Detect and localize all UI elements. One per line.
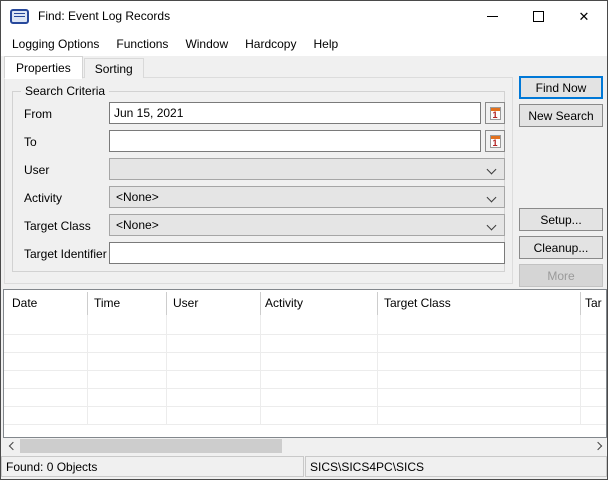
from-calendar-button[interactable] <box>485 102 505 124</box>
maximize-icon <box>532 10 544 22</box>
activity-combobox[interactable]: <None> <box>109 186 505 208</box>
scroll-right-button[interactable] <box>590 438 607 454</box>
calendar-icon <box>489 134 501 148</box>
target-class-combobox-value: <None> <box>116 218 159 232</box>
tab-properties[interactable]: Properties <box>4 56 83 79</box>
target-identifier-input[interactable] <box>109 242 505 264</box>
chevron-left-icon <box>8 441 17 451</box>
new-search-button[interactable]: New Search <box>519 104 603 127</box>
to-input[interactable] <box>109 130 481 152</box>
column-header-target-class[interactable]: Target Class <box>384 296 451 310</box>
menu-hardcopy[interactable]: Hardcopy <box>238 34 303 54</box>
to-label: To <box>24 135 37 149</box>
column-divider[interactable] <box>377 292 378 315</box>
properties-tab-page: Search Criteria From To User Activity <N… <box>4 77 513 284</box>
column-header-target-identifier[interactable]: Tar <box>585 296 602 310</box>
find-now-button[interactable]: Find Now <box>519 76 603 99</box>
close-icon: ✕ <box>578 8 590 24</box>
minimize-button[interactable] <box>469 1 515 31</box>
column-divider[interactable] <box>87 292 88 315</box>
target-class-label: Target Class <box>24 219 91 233</box>
calendar-icon <box>489 106 501 120</box>
row-line <box>4 334 606 335</box>
row-line <box>4 370 606 371</box>
user-combobox[interactable] <box>109 158 505 180</box>
activity-combobox-value: <None> <box>116 190 159 204</box>
close-button[interactable]: ✕ <box>561 1 607 31</box>
column-divider[interactable] <box>166 292 167 315</box>
menu-logging-options[interactable]: Logging Options <box>5 34 106 54</box>
window-controls: ✕ <box>469 1 607 31</box>
from-input[interactable] <box>109 102 481 124</box>
chevron-down-icon <box>486 192 497 203</box>
maximize-button[interactable] <box>515 1 561 31</box>
chevron-down-icon <box>486 164 497 175</box>
activity-label: Activity <box>24 191 63 205</box>
more-button: More <box>519 264 603 287</box>
tab-sorting[interactable]: Sorting <box>83 58 144 78</box>
tab-strip: Properties Sorting <box>4 56 145 79</box>
menu-functions[interactable]: Functions <box>109 34 175 54</box>
user-label: User <box>24 163 50 177</box>
titlebar[interactable]: Find: Event Log Records ✕ <box>1 1 607 31</box>
horizontal-scrollbar[interactable] <box>3 438 607 454</box>
status-connection-panel: SICS\SICS4PC\SICS <box>305 456 607 477</box>
cleanup-button[interactable]: Cleanup... <box>519 236 603 259</box>
window-title: Find: Event Log Records <box>38 9 171 23</box>
menu-help[interactable]: Help <box>306 34 345 54</box>
app-icon <box>10 8 29 24</box>
chevron-down-icon <box>486 220 497 231</box>
menu-window[interactable]: Window <box>178 34 235 54</box>
menu-bar: Logging Options Functions Window Hardcop… <box>1 31 607 56</box>
chevron-right-icon <box>593 441 602 451</box>
search-criteria-label: Search Criteria <box>21 84 110 98</box>
minimize-icon <box>486 15 498 17</box>
row-line <box>4 406 606 407</box>
column-header-user[interactable]: User <box>173 296 198 310</box>
column-divider[interactable] <box>580 292 581 315</box>
column-divider[interactable] <box>260 292 261 315</box>
row-line <box>4 424 606 425</box>
scroll-left-button[interactable] <box>3 438 20 454</box>
target-class-combobox[interactable]: <None> <box>109 214 505 236</box>
setup-button[interactable]: Setup... <box>519 208 603 231</box>
column-header-activity[interactable]: Activity <box>265 296 303 310</box>
column-header-date[interactable]: Date <box>12 296 37 310</box>
status-connection-text: SICS\SICS4PC\SICS <box>310 459 425 474</box>
target-identifier-label: Target Identifier <box>24 247 107 261</box>
to-calendar-button[interactable] <box>485 130 505 152</box>
row-line <box>4 388 606 389</box>
find-event-log-window: Find: Event Log Records ✕ Logging Option… <box>0 0 608 480</box>
status-bar: Found: 0 Objects SICS\SICS4PC\SICS <box>1 455 607 479</box>
status-found-text: Found: 0 Objects <box>6 459 98 474</box>
column-header-time[interactable]: Time <box>94 296 120 310</box>
results-table[interactable]: Date Time User Activity Target Class Tar <box>3 289 607 438</box>
status-found-panel: Found: 0 Objects <box>1 456 304 477</box>
scrollbar-thumb[interactable] <box>20 439 282 453</box>
from-label: From <box>24 107 52 121</box>
row-line <box>4 352 606 353</box>
